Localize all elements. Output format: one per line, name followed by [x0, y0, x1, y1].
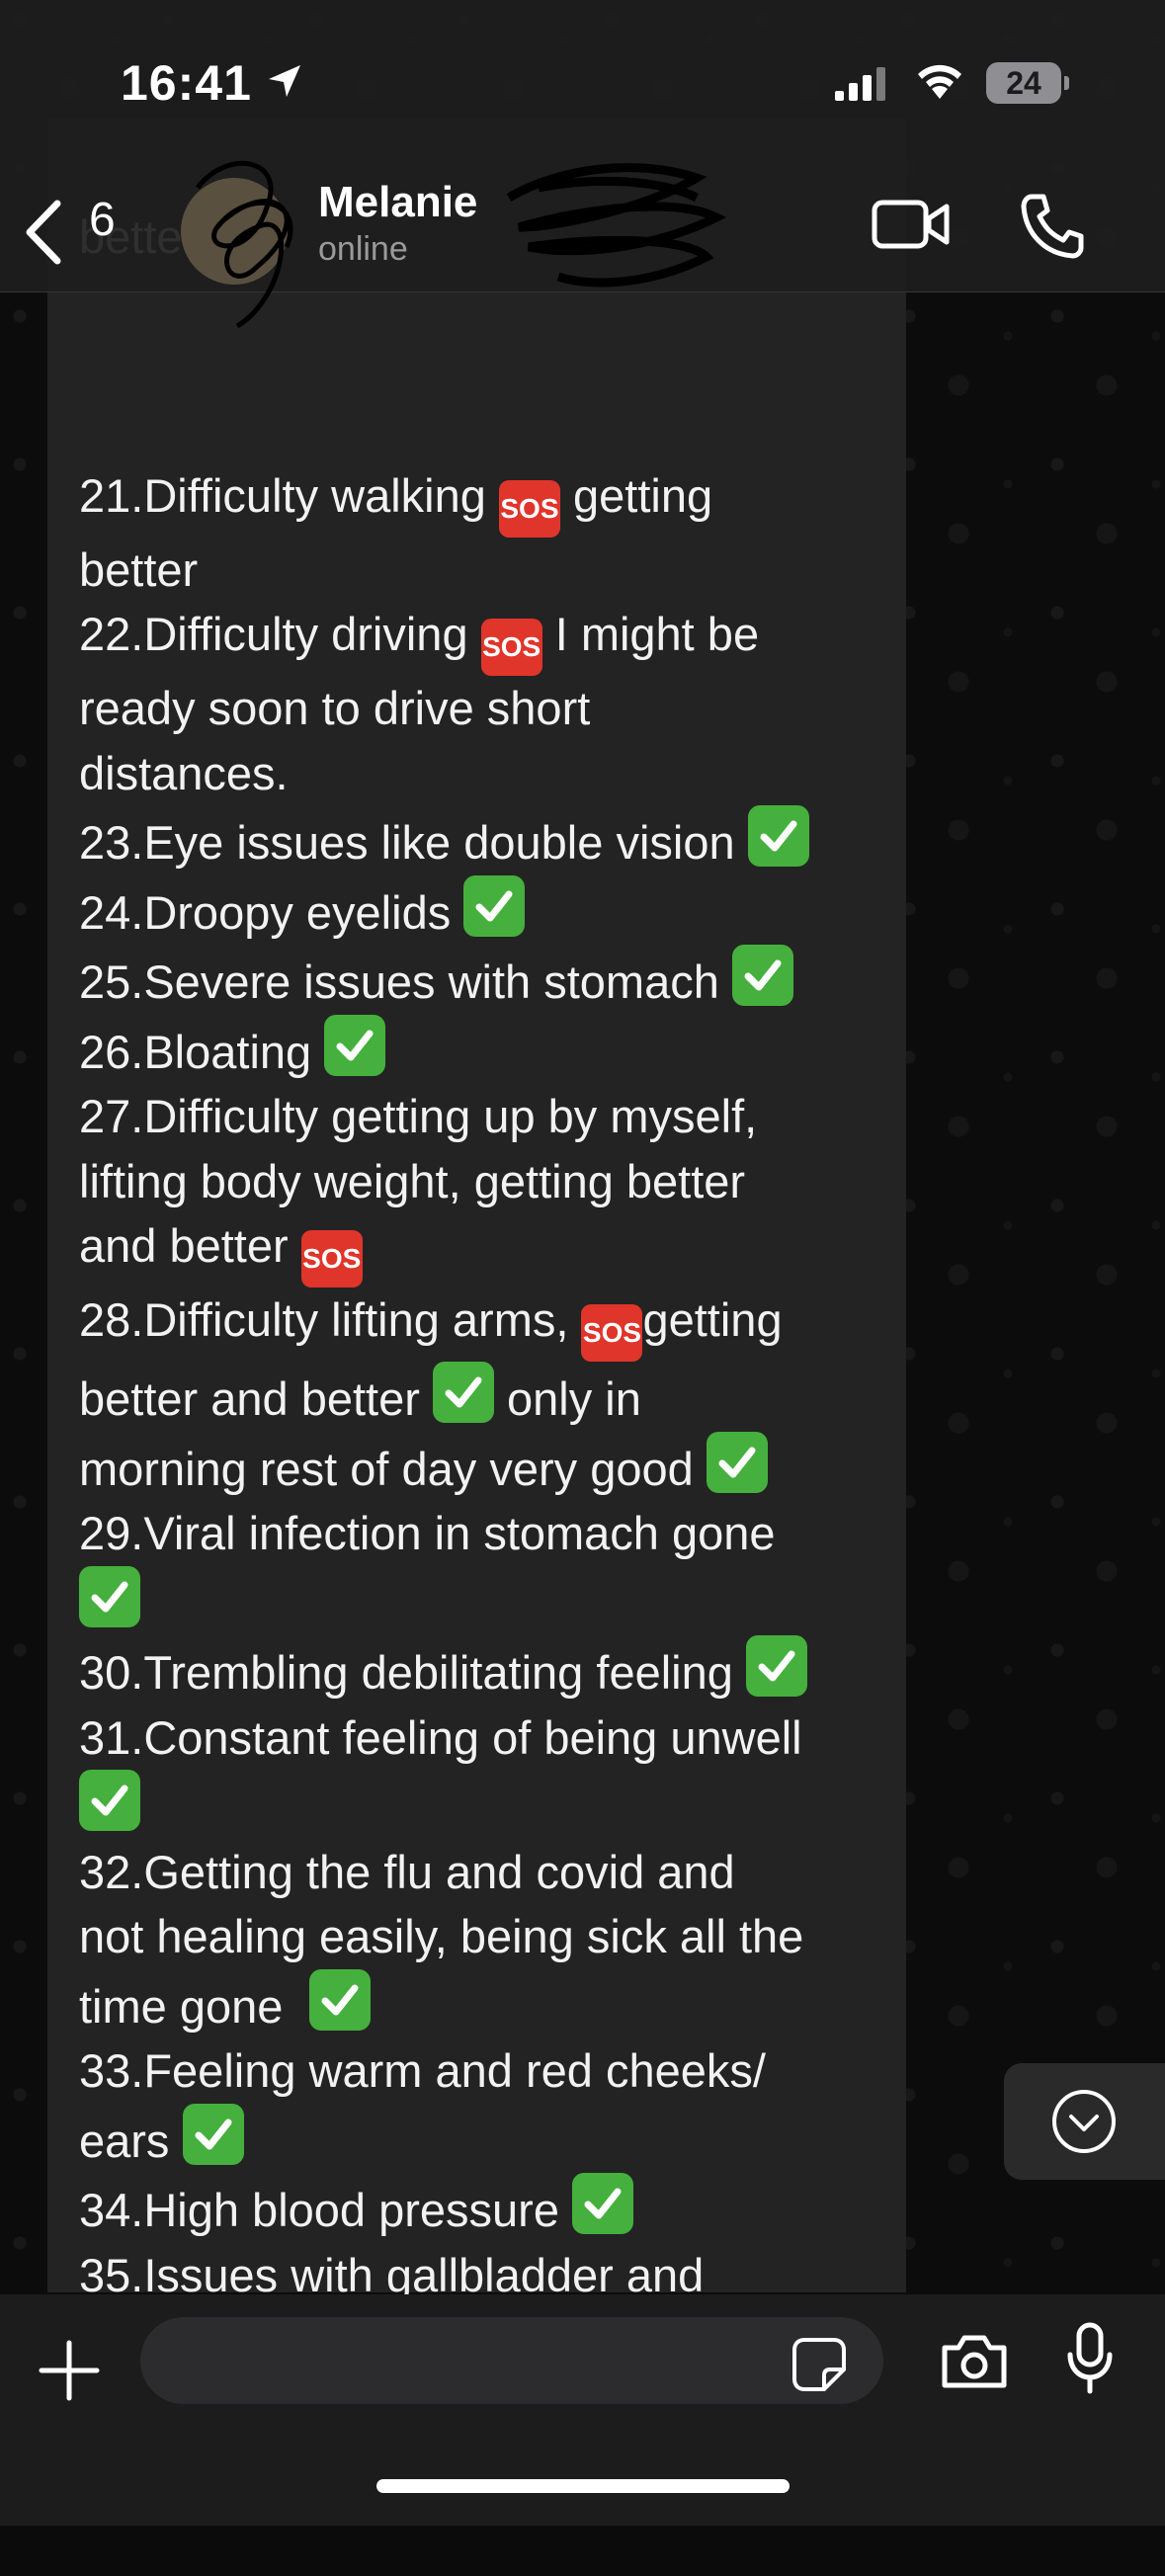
message-line: time gone [79, 1968, 889, 2039]
message-line: 30.Trembling debilitating feeling [79, 1635, 889, 1705]
message-line: 26.Bloating [79, 1014, 889, 1085]
message-line [79, 1565, 889, 1636]
check-mark-emoji-icon [79, 1770, 140, 1831]
wifi-icon [918, 64, 961, 99]
sticker-icon[interactable] [791, 2336, 848, 2393]
signal-icon [835, 67, 885, 101]
message-lines: 21.Difficulty walking SOS getting better 2… [79, 463, 889, 2512]
message-line: 33.Feeling warm and red cheeks/ [79, 2044, 766, 2097]
message-line: 34.High blood pressure [79, 2173, 889, 2243]
message-line: 22.Difficulty driving SOS I might be [79, 602, 889, 676]
location-arrow-icon [269, 65, 300, 97]
sos-emoji-icon: SOS [581, 1304, 643, 1362]
contact-status: online [318, 230, 408, 268]
message-line: 32.Getting the flu and covid and [79, 1845, 735, 1898]
battery-cap [1064, 76, 1069, 90]
home-indicator [376, 2479, 790, 2493]
message-line: better [79, 542, 199, 596]
message-line: 27.Difficulty getting up by myself, [79, 1090, 758, 1142]
message-line: 29.Viral infection in stomach gone [79, 1507, 776, 1559]
message-line: distances. [79, 746, 289, 799]
message-line [79, 1770, 889, 1840]
redaction-scribble [506, 163, 726, 288]
back-chevron-icon[interactable] [22, 198, 65, 267]
message-line: better and better only in [79, 1362, 889, 1432]
check-mark-emoji-icon [706, 1431, 768, 1493]
message-line: lifting body weight, getting better [79, 1154, 746, 1207]
scroll-down-icon [1052, 2090, 1116, 2153]
contact-name[interactable]: Melanie [318, 178, 477, 227]
message-line: 28.Difficulty lifting arms, SOSgetting [79, 1288, 889, 1362]
message-line: not healing easily, being sick all the [79, 1910, 804, 1962]
battery-icon: 24 [986, 62, 1061, 104]
message-line: ready soon to drive short [79, 682, 591, 734]
message-text: better 21.Difficulty walking SOS getting… [79, 210, 889, 2576]
sos-emoji-icon: SOS [300, 1230, 363, 1288]
check-mark-emoji-icon [308, 1968, 371, 2031]
phone-call-icon[interactable] [1018, 191, 1087, 260]
check-mark-emoji-icon [182, 2103, 244, 2165]
message-line: ears [79, 2103, 889, 2174]
camera-icon[interactable] [939, 2332, 1010, 2391]
message-line: 25.Severe issues with stomach [79, 945, 889, 1015]
check-mark-emoji-icon [324, 1014, 386, 1076]
check-mark-emoji-icon [432, 1362, 494, 1423]
sos-emoji-icon: SOS [498, 479, 560, 538]
chat-header: 6 Melanie online [0, 160, 1165, 329]
message-line: and better SOS [79, 1213, 889, 1288]
scroll-down-button[interactable] [1004, 2063, 1165, 2180]
check-mark-emoji-icon [572, 2173, 634, 2234]
check-mark-emoji-icon [745, 1635, 807, 1697]
status-time: 16:41 [121, 55, 252, 111]
message-input[interactable] [140, 2317, 883, 2404]
video-call-icon[interactable] [872, 195, 951, 254]
message-line: 24.Droopy eyelids [79, 874, 889, 946]
plus-icon[interactable] [38, 2339, 101, 2402]
message-line: 23.Eye issues like double vision [79, 805, 889, 875]
check-mark-emoji-icon [731, 945, 793, 1006]
check-mark-emoji-icon [79, 1565, 140, 1627]
message-line: 31.Constant feeling of being unwell [79, 1710, 802, 1764]
check-mark-emoji-icon [747, 805, 809, 867]
message-line: 21.Difficulty walking SOS getting [79, 463, 889, 538]
unread-count[interactable]: 6 [89, 193, 116, 247]
message-line: morning rest of day very good [79, 1431, 889, 1502]
check-mark-emoji-icon [463, 874, 526, 937]
microphone-icon[interactable] [1065, 2322, 1115, 2395]
sos-emoji-icon: SOS [480, 619, 542, 676]
